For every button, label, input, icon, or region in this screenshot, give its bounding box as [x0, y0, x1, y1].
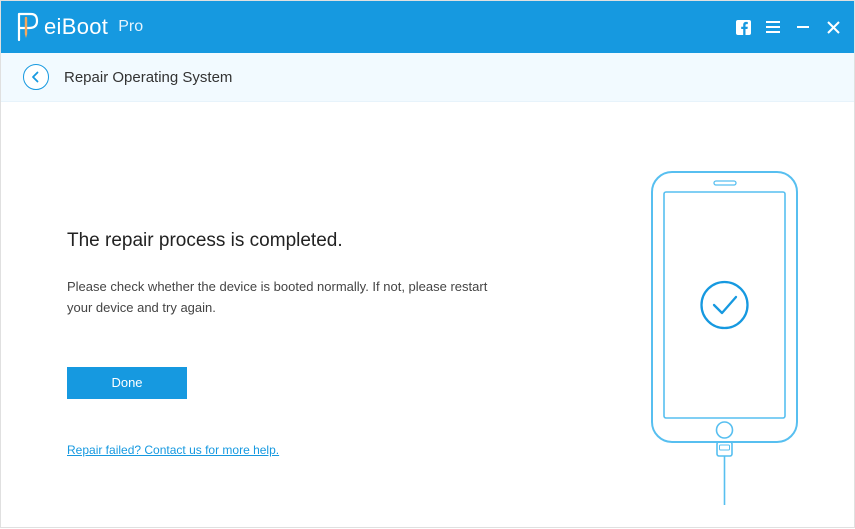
- content-column: The repair process is completed. Please …: [1, 102, 594, 529]
- menu-icon[interactable]: [764, 18, 782, 36]
- back-button[interactable]: [23, 64, 49, 90]
- window-controls: [734, 18, 842, 36]
- page-title: Repair Operating System: [64, 69, 232, 86]
- brand-name: eiBoot: [44, 14, 108, 40]
- brand-logo-icon: [15, 12, 41, 42]
- illustration-column: [594, 102, 854, 529]
- main-content: The repair process is completed. Please …: [1, 102, 854, 529]
- done-button[interactable]: Done: [67, 367, 187, 399]
- brand: eiBoot Pro: [15, 12, 143, 42]
- description: Please check whether the device is boote…: [67, 277, 507, 319]
- minimize-icon[interactable]: [794, 18, 812, 36]
- help-link[interactable]: Repair failed? Contact us for more help.: [67, 443, 279, 457]
- headline: The repair process is completed.: [67, 230, 564, 252]
- titlebar: eiBoot Pro: [1, 1, 854, 53]
- facebook-icon[interactable]: [734, 18, 752, 36]
- arrow-left-icon: [30, 71, 42, 83]
- phone-success-icon: [637, 170, 812, 505]
- close-icon[interactable]: [824, 18, 842, 36]
- subheader: Repair Operating System: [1, 53, 854, 102]
- brand-suffix: Pro: [118, 18, 143, 36]
